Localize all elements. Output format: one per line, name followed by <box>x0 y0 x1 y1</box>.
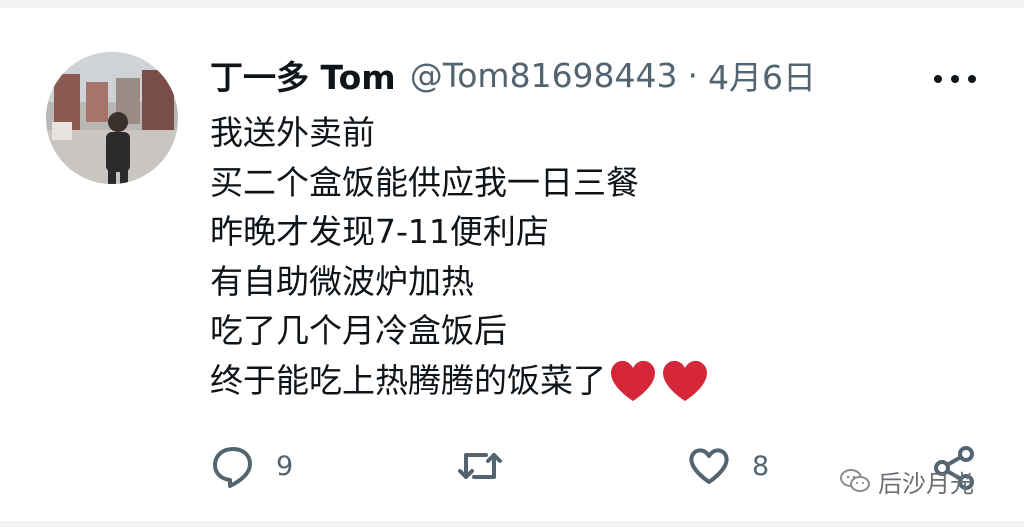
tweet-line: 昨晚才发现7-11便利店 <box>210 212 549 251</box>
red-heart-icon <box>611 361 655 402</box>
tweet-line: 买二个盒饭能供应我一日三餐 <box>210 162 639 202</box>
tweet-text: 我送外卖前 买二个盒饭能供应我一日三餐 昨晚才发现7-11便利店 有自助微波炉加… <box>210 108 910 405</box>
more-options-icon[interactable] <box>934 72 976 86</box>
more-dot <box>951 75 959 83</box>
avatar[interactable] <box>46 52 178 184</box>
tweet-line: 吃了几个月冷盒饭后 <box>210 311 507 350</box>
tweet-header: 丁一多 Tom @Tom81698443 · 4月6日 <box>210 52 816 98</box>
tweet-line-text: 终于能吃上热腾腾的饭菜了 <box>210 360 606 400</box>
heart-outline-icon <box>689 448 729 484</box>
reply-button[interactable]: 9 <box>210 436 293 496</box>
wechat-icon <box>840 469 870 492</box>
watermark: 后沙月光 <box>840 466 974 498</box>
display-name[interactable]: 丁一多 Tom <box>210 51 396 99</box>
retweet-button[interactable] <box>456 436 504 496</box>
more-dot <box>934 75 942 83</box>
tweet-line: 有自助微波炉加热 <box>210 261 474 301</box>
user-handle[interactable]: @Tom81698443 <box>410 56 678 95</box>
tweet-date[interactable]: 4月6日 <box>708 51 816 99</box>
red-heart-icon <box>663 361 707 402</box>
bottom-divider <box>0 521 1024 527</box>
reply-count: 9 <box>276 450 294 482</box>
top-divider <box>0 0 1024 8</box>
reply-icon <box>213 447 252 488</box>
more-dot <box>968 75 976 83</box>
like-button[interactable]: 8 <box>686 436 769 496</box>
tweet-line: 我送外卖前 <box>210 113 375 152</box>
header-separator: · <box>687 55 699 95</box>
like-count: 8 <box>752 450 770 482</box>
tweet-line-last: 终于能吃上热腾腾的饭菜了 <box>210 356 910 406</box>
watermark-text: 后沙月光 <box>878 469 974 498</box>
retweet-icon <box>458 453 502 479</box>
